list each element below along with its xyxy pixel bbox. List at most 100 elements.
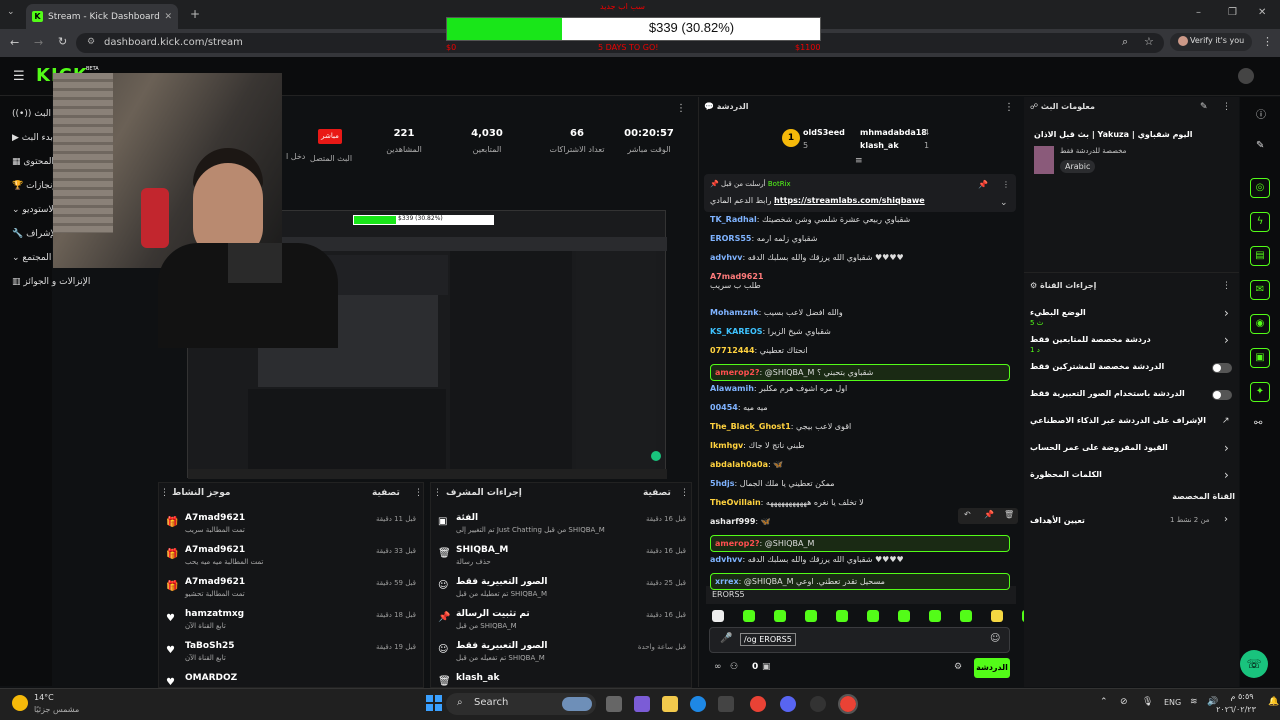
chat-username[interactable]: The_Black_Ghost1 — [710, 422, 791, 431]
mod-actions-options-icon[interactable]: ⋮ — [680, 488, 689, 498]
chat-username[interactable]: advhvv — [710, 253, 742, 262]
chat-message[interactable]: advhvv: شقباوي الله يرزقك والله بسلبك ال… — [710, 252, 1010, 271]
channel-action-label[interactable]: الكلمات المحظورة — [1030, 470, 1220, 479]
chat-username[interactable]: TheOvillain — [710, 498, 761, 507]
zoom-icon[interactable]: ⌕ — [1122, 35, 1128, 49]
chat-username[interactable]: Ikmhgv — [710, 441, 743, 450]
channel-action-label[interactable]: الدردشة مخصصة للمشتركين فقط — [1030, 362, 1220, 371]
emote-icon[interactable] — [898, 610, 910, 622]
chat-username[interactable]: abdalah0a0a — [710, 460, 768, 469]
chat-message[interactable]: 00454: ميه ميه — [710, 402, 1010, 421]
goals-row[interactable]: تعيين الأهداف 1 من 2 نشط › — [1030, 514, 1235, 528]
activity-name[interactable]: hamzatmxg — [185, 609, 244, 619]
site-info-icon[interactable]: ⚙ — [87, 37, 95, 47]
activity-feed-filter[interactable]: تصفية — [372, 488, 400, 498]
chat-message[interactable]: amerop2?: @SHIQBA_M شقباوي بتحبني ؟ — [710, 364, 1010, 381]
activity-feed-menu-icon[interactable]: ⋮ — [160, 488, 169, 498]
discord-icon[interactable] — [780, 696, 796, 712]
channel-action-label[interactable]: الدردشة باستخدام الصور التعبيرية فقط — [1030, 389, 1220, 398]
chat-message[interactable]: The_Black_Ghost1: اقوى لاعب بيجي — [710, 421, 1010, 440]
chat-message[interactable]: abdalah0a0a: 🦋 — [710, 459, 1010, 478]
chevron-right-icon[interactable]: › — [1224, 306, 1229, 320]
toggle-switch[interactable] — [1212, 363, 1232, 373]
chat-message[interactable]: Ikmhgv: طبني ناتج لا جاك — [710, 440, 1010, 459]
chat-message[interactable]: xrrex: @SHIQBA_M مسحيل تقدر تعطني. اوعي — [710, 573, 1010, 590]
sidebar-item-content[interactable]: ▦ المحتوى — [12, 157, 54, 167]
tab-list-icon[interactable]: ⌄ — [7, 7, 15, 17]
chat-username[interactable]: Alawamih — [710, 384, 754, 393]
chat-username[interactable]: ERORS55 — [710, 234, 751, 243]
chat-message[interactable]: Alawamih: اول مره اشوف هرم مكلبر — [710, 383, 1010, 402]
send-chat-button[interactable]: الدردشة — [974, 658, 1010, 678]
emote-icon[interactable] — [712, 610, 724, 622]
channel-action-label[interactable]: دردشة مخصصة للمتابعين فقط — [1030, 335, 1220, 344]
chevron-right-icon[interactable]: › — [1224, 441, 1229, 455]
clipboard-icon[interactable]: ▤ — [1250, 246, 1270, 266]
mod-action-name[interactable]: الفئة — [456, 513, 478, 523]
copilot-icon[interactable] — [634, 696, 650, 712]
sidebar-item-studio[interactable]: ⌄ الاستوديو — [12, 205, 56, 215]
users-icon[interactable]: ⚇ — [730, 662, 738, 672]
target-icon[interactable]: ◎ — [1250, 178, 1270, 198]
emote-icon[interactable] — [836, 610, 848, 622]
mic-icon[interactable]: 🎤 — [720, 633, 732, 644]
channel-actions-menu-icon[interactable]: ⋮ — [1222, 281, 1231, 291]
emote-icon[interactable] — [991, 610, 1003, 622]
loop-icon[interactable]: ∞ — [714, 662, 722, 672]
pinned-link[interactable]: https://streamlabs.com/shiqbawe — [774, 196, 925, 205]
notifications-icon[interactable]: 🔔 — [1268, 697, 1279, 707]
language-indicator[interactable]: ENG — [1164, 698, 1181, 707]
chat-message[interactable]: KS_KAREOS: شقباوي شيخ الزيرا — [710, 326, 1010, 345]
mod-action-name[interactable]: تم تثبيت الرسالة — [456, 609, 530, 619]
chat-message[interactable]: Mohamznk: والله افضل لاعب بسيب — [710, 307, 1010, 326]
chat-bubble-icon[interactable]: ✉ — [1250, 280, 1270, 300]
sidebar-item-moderation[interactable]: 🔧 الإشراف — [12, 229, 58, 239]
emote-icon[interactable] — [867, 610, 879, 622]
emoji-picker-icon[interactable]: ☺ — [990, 633, 1000, 644]
chat-message[interactable]: A7mad9621 طلب ب سريب — [710, 271, 1010, 307]
pinned-expand-icon[interactable]: ⌄ — [1000, 198, 1008, 208]
activity-name[interactable]: A7mad9621 — [185, 513, 245, 523]
back-icon[interactable]: ← — [10, 36, 19, 49]
chat-username[interactable]: 5hdjs — [710, 479, 735, 488]
help-fab-icon[interactable]: ☏ — [1240, 650, 1268, 678]
chrome-icon[interactable] — [750, 696, 766, 712]
mod-action-name[interactable]: الصور التعبيرية فقط — [456, 577, 547, 587]
tray-network-icon[interactable]: ⊘ — [1120, 697, 1128, 707]
reload-icon[interactable]: ↻ — [58, 35, 67, 48]
chat-message[interactable]: ERORS55: شقباوي زلمه ارمه — [710, 233, 1010, 252]
window-close-icon[interactable]: ✕ — [1258, 7, 1266, 18]
chat-menu-icon[interactable]: ⋮ — [1004, 102, 1014, 113]
weather-temp[interactable]: 14°C — [34, 693, 54, 702]
new-tab-icon[interactable]: + — [190, 7, 200, 21]
chrome-active-icon[interactable] — [838, 694, 858, 714]
chat-username[interactable]: 07712444 — [710, 346, 755, 355]
channel-action-label[interactable]: الوضع البطيء — [1030, 308, 1220, 317]
file-explorer-icon[interactable] — [662, 696, 678, 712]
activity-name[interactable]: A7mad9621 — [185, 577, 245, 587]
emote-icon[interactable] — [960, 610, 972, 622]
browser-menu-icon[interactable]: ⋮ — [1262, 35, 1273, 48]
chat-username[interactable]: KS_KAREOS — [710, 327, 763, 336]
chat-message[interactable]: TK_Radhal: شقباوي ربيعي عشرة شلسي وشن شخ… — [710, 214, 1010, 233]
stream-info-menu-icon[interactable]: ⋮ — [1222, 102, 1231, 112]
sidebar-item-start-stream[interactable]: ▶ بدء البث — [12, 133, 53, 143]
broadcast-icon[interactable]: ◉ — [1250, 314, 1270, 334]
mod-action-name[interactable]: klash_ak — [456, 673, 499, 683]
mod-actions-filter[interactable]: تصفية — [643, 488, 671, 498]
chat-username[interactable]: A7mad9621 — [710, 272, 763, 281]
sidebar-item-drops[interactable]: ▥ الإنزالات و الجوائز — [12, 277, 90, 287]
minimize-icon[interactable]: – — [1196, 7, 1201, 18]
pin-icon[interactable]: 📌 — [978, 180, 988, 189]
chat-username[interactable]: advhvv — [710, 555, 742, 564]
channel-action-label[interactable]: الإشراف على الدردشة عبر الذكاء الاصطناعي — [1030, 416, 1220, 425]
hamburger-menu-icon[interactable]: ☰ — [13, 69, 25, 84]
chat-message[interactable]: amerop2?: @SHIQBA_M — [710, 535, 1010, 552]
chat-username[interactable]: Mohamznk — [710, 308, 759, 317]
activity-feed-options-icon[interactable]: ⋮ — [414, 488, 423, 498]
forward-icon[interactable]: → — [34, 36, 43, 49]
emote-icon[interactable] — [805, 610, 817, 622]
activity-name[interactable]: TaBoSh25 — [185, 641, 235, 651]
tray-chevron-icon[interactable]: ⌃ — [1100, 697, 1108, 707]
bookmark-star-icon[interactable]: ☆ — [1144, 35, 1154, 48]
